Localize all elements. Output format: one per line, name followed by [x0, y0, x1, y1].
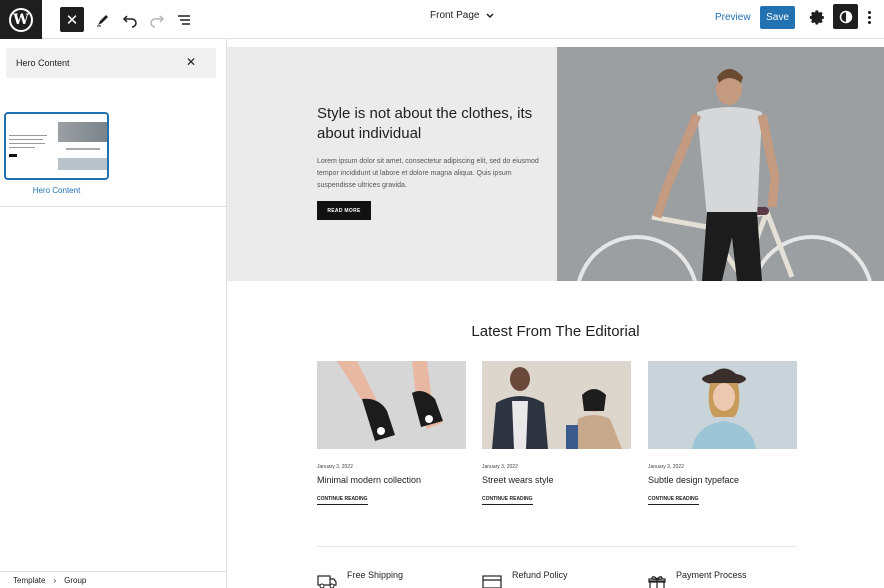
contrast-icon	[839, 10, 852, 23]
document-title: Front Page	[430, 10, 480, 21]
continue-reading-link[interactable]: CONTINUE READING	[317, 496, 368, 505]
search-value: Hero Content	[16, 58, 70, 68]
style-toggle-button[interactable]	[833, 4, 858, 29]
divider	[317, 546, 797, 547]
post-date: January 3, 2022	[482, 464, 518, 470]
post-image-woman-hat[interactable]	[648, 361, 797, 449]
breadcrumb-template[interactable]: Template	[13, 576, 45, 585]
continue-reading-link[interactable]: CONTINUE READING	[482, 496, 533, 505]
post-title[interactable]: Minimal modern collection	[317, 475, 466, 485]
post-image-sneakers[interactable]	[317, 361, 466, 449]
post-title[interactable]: Subtle design typeface	[648, 475, 797, 485]
post-card[interactable]: January 3, 2022 Minimal modern collectio…	[317, 361, 466, 505]
undo-icon	[122, 14, 137, 28]
hero-image[interactable]	[557, 47, 884, 281]
close-icon: ✕	[65, 10, 79, 29]
feature-label: Refund Policy	[512, 570, 568, 580]
truck-icon	[317, 575, 337, 588]
wordpress-logo-button[interactable]: W	[0, 0, 42, 39]
breadcrumb: Template › Group	[0, 571, 226, 588]
post-card[interactable]: January 3, 2022 Street wears style CONTI…	[482, 361, 631, 505]
gift-icon	[648, 576, 666, 588]
post-card[interactable]: January 3, 2022 Subtle design typeface C…	[648, 361, 797, 505]
options-button[interactable]	[865, 9, 873, 26]
feature-item[interactable]: Payment Process	[648, 570, 747, 588]
redo-icon	[150, 14, 165, 28]
post-date: January 3, 2022	[317, 464, 353, 470]
hero-section[interactable]: Style is not about the clothes, its abou…	[227, 47, 884, 281]
list-view-icon	[178, 14, 190, 25]
divider	[0, 206, 226, 207]
feature-item[interactable]: Free Shipping	[317, 570, 403, 588]
editor-canvas: Style is not about the clothes, its abou…	[227, 39, 884, 588]
chevron-down-icon	[486, 12, 495, 18]
chevron-right-icon: ›	[53, 575, 57, 585]
feature-label: Payment Process	[676, 570, 747, 580]
clear-search-icon[interactable]: ✕	[186, 55, 196, 69]
post-title[interactable]: Street wears style	[482, 475, 631, 485]
read-more-button[interactable]: READ MORE	[317, 201, 371, 220]
breadcrumb-group[interactable]: Group	[64, 576, 86, 585]
man-with-bicycle-image	[557, 47, 884, 281]
preview-button[interactable]: Preview	[715, 12, 751, 23]
hero-title[interactable]: Style is not about the clothes, its abou…	[317, 104, 547, 144]
save-button[interactable]: Save	[760, 6, 795, 29]
pencil-icon	[97, 14, 108, 26]
undo-button[interactable]	[120, 7, 140, 32]
document-title-dropdown[interactable]: Front Page	[430, 10, 495, 21]
feature-label: Free Shipping	[347, 570, 404, 580]
tools-button[interactable]	[93, 7, 113, 32]
pattern-thumbnail-image	[58, 122, 107, 142]
post-date: January 3, 2022	[648, 464, 684, 470]
gear-icon	[809, 10, 824, 25]
hero-body[interactable]: Lorem ipsum dolor sit amet, consectetur …	[317, 156, 547, 192]
editor-header: W ✕ Front Page Preview Save	[0, 0, 884, 39]
document-overview-button[interactable]	[174, 7, 194, 32]
inserter-sidebar: Hero Content ✕ Hero Content Template › G…	[0, 39, 227, 588]
pattern-label[interactable]: Hero Content	[4, 186, 109, 195]
editorial-heading[interactable]: Latest From The Editorial	[227, 323, 884, 340]
credit-card-icon	[482, 575, 502, 588]
pattern-preview-card[interactable]	[4, 112, 109, 180]
redo-button[interactable]	[147, 7, 167, 32]
pattern-search-input[interactable]: Hero Content ✕	[6, 48, 216, 78]
post-image-couple[interactable]	[482, 361, 631, 449]
feature-item[interactable]: Refund Policy	[482, 570, 568, 588]
wordpress-icon: W	[9, 7, 33, 32]
more-vertical-icon	[867, 11, 871, 14]
continue-reading-link[interactable]: CONTINUE READING	[648, 496, 699, 505]
settings-button[interactable]	[809, 9, 826, 26]
close-inserter-button[interactable]: ✕	[60, 7, 84, 32]
